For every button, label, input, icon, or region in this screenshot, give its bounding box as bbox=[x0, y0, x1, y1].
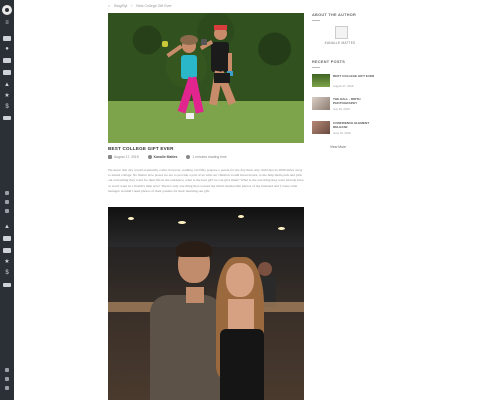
instagram-icon[interactable] bbox=[5, 209, 9, 213]
breadcrumb-current: Best College Gift Ever bbox=[136, 4, 172, 8]
user-icon[interactable]: ● bbox=[3, 46, 11, 52]
recent-post-thumbnail[interactable] bbox=[312, 74, 330, 87]
recent-posts-heading: RECENT POSTS bbox=[312, 60, 346, 64]
folder-icon[interactable] bbox=[3, 36, 11, 41]
star-icon[interactable]: ★ bbox=[3, 93, 11, 99]
home-icon[interactable]: ⌂ bbox=[108, 4, 110, 8]
facebook-icon[interactable] bbox=[5, 368, 9, 372]
triangle-icon[interactable]: ▲ bbox=[3, 224, 11, 230]
calendar-icon bbox=[108, 155, 112, 160]
hero-image bbox=[108, 13, 304, 143]
card-icon[interactable] bbox=[3, 283, 11, 287]
instagram-icon[interactable] bbox=[5, 386, 9, 390]
triangle-icon[interactable]: ▲ bbox=[3, 82, 11, 88]
recent-post-title[interactable]: THE HALL - BIRTH PHOTOGRAPHY bbox=[333, 97, 375, 106]
breadcrumb-section[interactable]: Blog/Byl bbox=[114, 4, 127, 8]
post-photo bbox=[108, 207, 304, 400]
author-avatar[interactable] bbox=[335, 26, 348, 39]
reading-time: 1 minutes reading time bbox=[192, 155, 227, 159]
recent-post-date: June 15, 2019 bbox=[333, 131, 351, 135]
dollar-icon[interactable]: $ bbox=[3, 104, 11, 110]
menu-icon[interactable]: ≡ bbox=[3, 20, 11, 26]
post-date: August 17, 2019 bbox=[114, 155, 139, 159]
logo-icon[interactable] bbox=[2, 5, 12, 15]
star-icon[interactable]: ★ bbox=[3, 259, 11, 265]
recent-post-item[interactable]: BEST COLLEGE GIFT EVER August 17, 2019 bbox=[312, 74, 374, 88]
recent-post-date: August 17, 2019 bbox=[333, 84, 354, 88]
recent-post-title[interactable]: BEST COLLEGE GIFT EVER bbox=[333, 74, 375, 79]
recent-post-item[interactable]: THE HALL - BIRTH PHOTOGRAPHY July 26, 20… bbox=[312, 97, 374, 111]
recent-post-date: July 26, 2019 bbox=[333, 107, 350, 111]
twitter-icon[interactable] bbox=[5, 377, 9, 381]
view-more-link[interactable]: View More bbox=[330, 145, 346, 149]
recent-post-title[interactable]: CONFIDENCE ELEMENT RELEASE bbox=[333, 121, 375, 130]
recent-post-item[interactable]: CONFIDENCE ELEMENT RELEASE June 15, 2019 bbox=[312, 121, 374, 135]
facebook-icon[interactable] bbox=[5, 191, 9, 195]
post-meta: August 17, 2019 Kanalle Mattes 1 minutes… bbox=[108, 155, 235, 160]
twitter-icon[interactable] bbox=[5, 200, 9, 204]
mail-icon[interactable] bbox=[3, 248, 11, 253]
post-author[interactable]: Kanalle Mattes bbox=[154, 155, 178, 159]
card-icon[interactable] bbox=[3, 116, 11, 120]
breadcrumb: ⌂ Blog/Byl / Best College Gift Ever bbox=[108, 4, 172, 8]
post-excerpt: We knew that day would eventually come; … bbox=[108, 168, 304, 193]
author-name[interactable]: KANALLE MATTES bbox=[312, 41, 368, 45]
post-title[interactable]: BEST COLLEGE GIFT EVER bbox=[108, 146, 174, 151]
document-icon[interactable] bbox=[3, 70, 11, 75]
dollar-icon[interactable]: $ bbox=[3, 270, 11, 276]
left-sidebar: ≡ ● ▲ ★ $ ▲ ★ $ bbox=[0, 0, 14, 400]
recent-post-thumbnail[interactable] bbox=[312, 121, 330, 134]
user-icon bbox=[147, 155, 152, 160]
trophy-icon[interactable] bbox=[3, 58, 11, 63]
document-icon[interactable] bbox=[3, 236, 11, 241]
recent-post-thumbnail[interactable] bbox=[312, 97, 330, 110]
clock-icon bbox=[186, 155, 191, 160]
about-author-heading: ABOUT THE AUTHOR bbox=[312, 13, 357, 17]
